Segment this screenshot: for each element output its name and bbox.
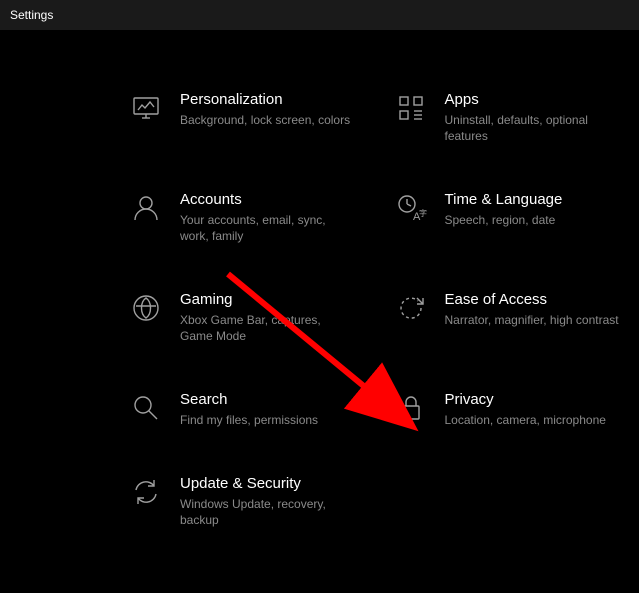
settings-content: Personalization Background, lock screen,… (0, 30, 639, 528)
window-title: Settings (10, 8, 53, 22)
tile-title: Search (180, 390, 355, 410)
tile-desc: Xbox Game Bar, captures, Game Mode (180, 312, 355, 344)
apps-icon (395, 92, 427, 124)
tile-time-language[interactable]: A字 Time & Language Speech, region, date (395, 190, 620, 244)
update-security-icon (130, 476, 162, 508)
tile-text: Apps Uninstall, defaults, optional featu… (445, 90, 620, 144)
titlebar: Settings (0, 0, 639, 30)
tile-title: Gaming (180, 290, 355, 310)
tile-title: Ease of Access (445, 290, 620, 310)
ease-of-access-icon (395, 292, 427, 324)
tile-privacy[interactable]: Privacy Location, camera, microphone (395, 390, 620, 428)
tile-desc: Narrator, magnifier, high contrast (445, 312, 620, 328)
tile-update-security[interactable]: Update & Security Windows Update, recove… (130, 474, 355, 528)
personalization-icon (130, 92, 162, 124)
tile-desc: Location, camera, microphone (445, 412, 620, 428)
tile-desc: Find my files, permissions (180, 412, 355, 428)
tile-text: Personalization Background, lock screen,… (180, 90, 355, 128)
tile-text: Accounts Your accounts, email, sync, wor… (180, 190, 355, 244)
lock-icon (395, 392, 427, 424)
tile-gaming[interactable]: Gaming Xbox Game Bar, captures, Game Mod… (130, 290, 355, 344)
tile-accounts[interactable]: Accounts Your accounts, email, sync, wor… (130, 190, 355, 244)
tile-text: Gaming Xbox Game Bar, captures, Game Mod… (180, 290, 355, 344)
svg-text:字: 字 (419, 208, 427, 218)
tile-desc: Speech, region, date (445, 212, 620, 228)
tile-text: Search Find my files, permissions (180, 390, 355, 428)
tile-search[interactable]: Search Find my files, permissions (130, 390, 355, 428)
tile-desc: Background, lock screen, colors (180, 112, 355, 128)
tile-text: Update & Security Windows Update, recove… (180, 474, 355, 528)
accounts-icon (130, 192, 162, 224)
tile-desc: Uninstall, defaults, optional features (445, 112, 620, 144)
tile-title: Apps (445, 90, 620, 110)
tile-desc: Your accounts, email, sync, work, family (180, 212, 355, 244)
tile-text: Privacy Location, camera, microphone (445, 390, 620, 428)
tile-title: Time & Language (445, 190, 620, 210)
tile-text: Ease of Access Narrator, magnifier, high… (445, 290, 620, 328)
tile-title: Accounts (180, 190, 355, 210)
search-icon (130, 392, 162, 424)
tile-personalization[interactable]: Personalization Background, lock screen,… (130, 90, 355, 144)
tile-desc: Windows Update, recovery, backup (180, 496, 355, 528)
time-language-icon: A字 (395, 192, 427, 224)
tile-ease-of-access[interactable]: Ease of Access Narrator, magnifier, high… (395, 290, 620, 344)
tile-title: Personalization (180, 90, 355, 110)
tile-title: Privacy (445, 390, 620, 410)
gaming-icon (130, 292, 162, 324)
tile-apps[interactable]: Apps Uninstall, defaults, optional featu… (395, 90, 620, 144)
tile-text: Time & Language Speech, region, date (445, 190, 620, 228)
tile-title: Update & Security (180, 474, 355, 494)
